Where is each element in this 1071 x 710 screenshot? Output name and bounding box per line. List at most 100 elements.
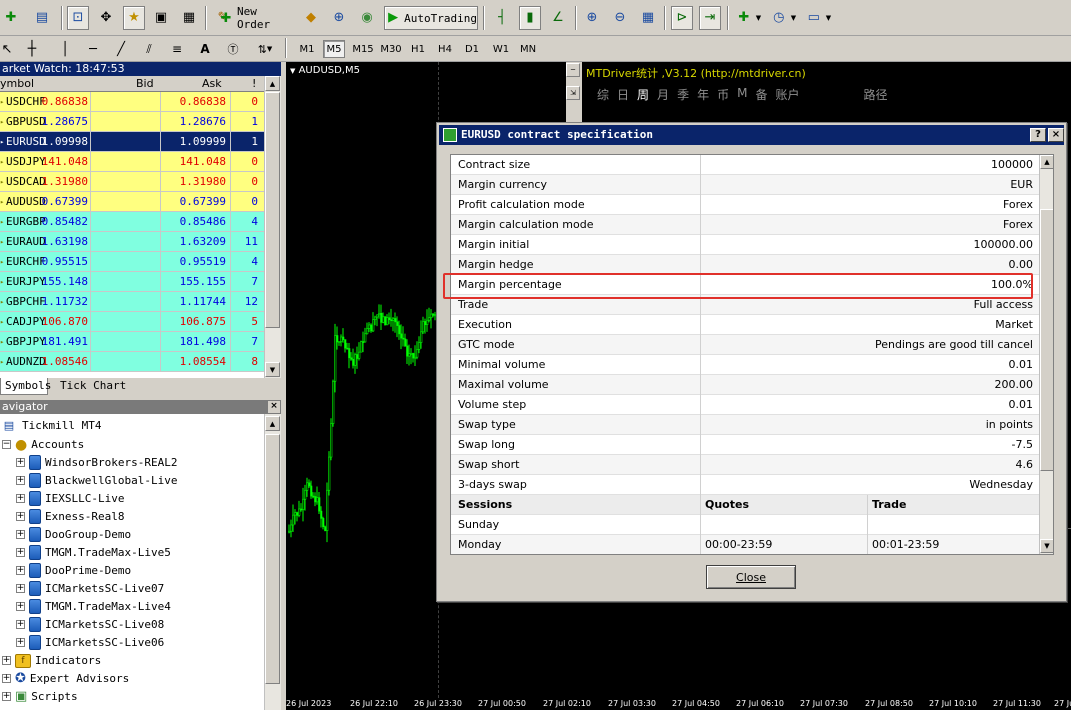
mtdriver-menu-item[interactable]: 账户	[775, 86, 799, 103]
account-item[interactable]: + WindsorBrokers-REAL2	[16, 454, 177, 471]
tab-symbols[interactable]: Symbols	[0, 378, 51, 395]
account-item[interactable]: + BlackwellGlobal-Live	[16, 472, 177, 489]
mtdriver-minimize-button[interactable]: ─	[566, 63, 580, 77]
navigator-close-button[interactable]: ×	[268, 401, 280, 413]
tile-windows-button[interactable]: ▦	[637, 6, 659, 30]
col-symbol[interactable]: ymbol	[0, 77, 34, 90]
mtdriver-menu-item[interactable]: 日	[617, 86, 629, 103]
data-window-button[interactable]: ✥	[95, 6, 117, 30]
col-bid[interactable]: Bid	[136, 77, 154, 90]
tree-root[interactable]: ▤ Tickmill MT4	[0, 417, 102, 434]
new-chart-button[interactable]: ✚	[0, 6, 22, 30]
timeframe-w1-button[interactable]: W1	[490, 40, 512, 58]
mtdriver-menu-item[interactable]: M	[737, 86, 747, 103]
chart-shift-button[interactable]: ⇥	[699, 6, 721, 30]
zoom-out-button[interactable]: ⊖	[609, 6, 631, 30]
collapse-icon[interactable]: −	[2, 440, 11, 449]
expand-icon[interactable]: +	[16, 638, 25, 647]
zoom-in-button[interactable]: ⊕	[581, 6, 603, 30]
expand-icon[interactable]: +	[16, 620, 25, 629]
symbol-row[interactable]: ▸ EURGBP 0.85482 0.85486 4	[0, 212, 264, 232]
indicators-dropdown-button[interactable]: ✚ ▼	[733, 6, 763, 30]
market-button[interactable]: ⊕	[328, 6, 350, 30]
mtdriver-menu-item[interactable]: 币	[717, 86, 729, 103]
symbol-row[interactable]: ▸ GBPCHF 1.11732 1.11744 12	[0, 292, 264, 312]
terminal-button[interactable]: ▣	[150, 6, 172, 30]
col-ask[interactable]: Ask	[202, 77, 222, 90]
mtdriver-menu-item[interactable]: 季	[677, 86, 689, 103]
symbol-row[interactable]: ▸ EURUSD 1.09998 1.09999 1	[0, 132, 264, 152]
expand-icon[interactable]: +	[16, 548, 25, 557]
account-item[interactable]: + ICMarketsSC-Live06	[16, 634, 164, 651]
symbol-row[interactable]: ▸ EURJPY 155.148 155.155 7	[0, 272, 264, 292]
expand-icon[interactable]: +	[16, 584, 25, 593]
timeframe-h1-button[interactable]: H1	[407, 40, 429, 58]
tree-expert-advisors[interactable]: + ✪ Expert Advisors	[2, 670, 129, 687]
account-item[interactable]: + Exness-Real8	[16, 508, 124, 525]
expand-icon[interactable]: +	[16, 602, 25, 611]
symbol-row[interactable]: ▸ GBPUSD 1.28675 1.28676 1	[0, 112, 264, 132]
col-spread[interactable]: !	[252, 77, 256, 90]
timeframe-h4-button[interactable]: H4	[434, 40, 456, 58]
text-label-button[interactable]: Ⓣ	[224, 40, 242, 58]
horizontal-line-button[interactable]: ─	[84, 40, 102, 58]
symbol-row[interactable]: ▸ GBPJPY 181.491 181.498 7	[0, 332, 264, 352]
broadcast-button[interactable]: ◉	[356, 6, 378, 30]
cursor-button[interactable]: ↖	[0, 40, 14, 58]
scroll-thumb[interactable]	[1040, 209, 1053, 471]
auto-scroll-button[interactable]: ⊳	[671, 6, 693, 30]
mtdriver-menu-item[interactable]: 备	[755, 86, 767, 103]
expand-icon[interactable]: +	[16, 458, 25, 467]
equidistant-channel-button[interactable]: ⫽	[140, 40, 158, 58]
line-chart-button[interactable]: ∠	[547, 6, 569, 30]
scroll-down-button[interactable]: ▼	[1040, 539, 1053, 553]
timeframe-m1-button[interactable]: M1	[296, 40, 318, 58]
symbol-row[interactable]: ▸ USDCAD 1.31980 1.31980 0	[0, 172, 264, 192]
scroll-up-button[interactable]: ▲	[265, 416, 280, 431]
market-watch-toggle[interactable]: ⊡	[67, 6, 89, 30]
symbol-row[interactable]: ▸ AUDUSD 0.67399 0.67399 0	[0, 192, 264, 212]
account-item[interactable]: + ICMarketsSC-Live08	[16, 616, 164, 633]
fibonacci-button[interactable]: ≡	[168, 40, 186, 58]
symbol-row[interactable]: ▸ EURAUD 1.63198 1.63209 11	[0, 232, 264, 252]
expand-icon[interactable]: +	[2, 674, 11, 683]
timeframe-m15-button[interactable]: M15	[350, 40, 376, 58]
timeframe-m5-button[interactable]: M5	[323, 40, 345, 58]
strategy-tester-button[interactable]: ▦	[178, 6, 200, 30]
dialog-titlebar[interactable]: EURUSD contract specification ? ×	[439, 125, 1064, 145]
account-item[interactable]: + ICMarketsSC-Live07	[16, 580, 164, 597]
text-button[interactable]: A	[196, 40, 214, 58]
symbol-row[interactable]: ▸ AUDNZD 1.08546 1.08554 8	[0, 352, 264, 372]
account-item[interactable]: + DooPrime-Demo	[16, 562, 131, 579]
vertical-line-button[interactable]: │	[56, 40, 74, 58]
account-item[interactable]: + TMGM.TradeMax-Live4	[16, 598, 171, 615]
dialog-close-x-button[interactable]: ×	[1048, 128, 1064, 142]
expand-icon[interactable]: +	[16, 566, 25, 575]
expand-icon[interactable]: +	[16, 512, 25, 521]
spec-scrollbar[interactable]: ▲ ▼	[1039, 155, 1053, 554]
scroll-up-button[interactable]: ▲	[265, 76, 280, 91]
new-order-button[interactable]: ✚ New Order	[214, 5, 294, 31]
arrows-dropdown-button[interactable]: ⇅ ▼	[252, 40, 278, 58]
scroll-thumb[interactable]	[265, 434, 280, 684]
close-button[interactable]: Close	[706, 565, 796, 589]
mtdriver-expand-button[interactable]: ⇲	[566, 86, 580, 100]
expand-icon[interactable]: +	[16, 476, 25, 485]
trendline-button[interactable]: ╱	[112, 40, 130, 58]
templates-dropdown-button[interactable]: ▭ ▼	[803, 6, 833, 30]
timeframe-m30-button[interactable]: M30	[378, 40, 404, 58]
periods-dropdown-button[interactable]: ◷ ▼	[768, 6, 798, 30]
mtdriver-menu-item[interactable]: 路径	[864, 86, 888, 103]
expand-icon[interactable]: +	[2, 656, 11, 665]
mtdriver-menu-item[interactable]: 综	[597, 86, 609, 103]
account-item[interactable]: + IEXSLLC-Live	[16, 490, 124, 507]
mtdriver-menu-item[interactable]: 周	[637, 86, 649, 103]
tree-indicators[interactable]: + f Indicators	[2, 652, 101, 669]
symbol-row[interactable]: ▸ USDCHF 0.86838 0.86838 0	[0, 92, 264, 112]
scroll-down-button[interactable]: ▼	[265, 362, 280, 377]
candlestick-button[interactable]: ▮	[519, 6, 541, 30]
symbol-row[interactable]: ▸ CADJPY 106.870 106.875 5	[0, 312, 264, 332]
account-item[interactable]: + DooGroup-Demo	[16, 526, 131, 543]
navigator-scrollbar[interactable]: ▲	[264, 414, 281, 710]
scroll-up-button[interactable]: ▲	[1040, 155, 1053, 169]
